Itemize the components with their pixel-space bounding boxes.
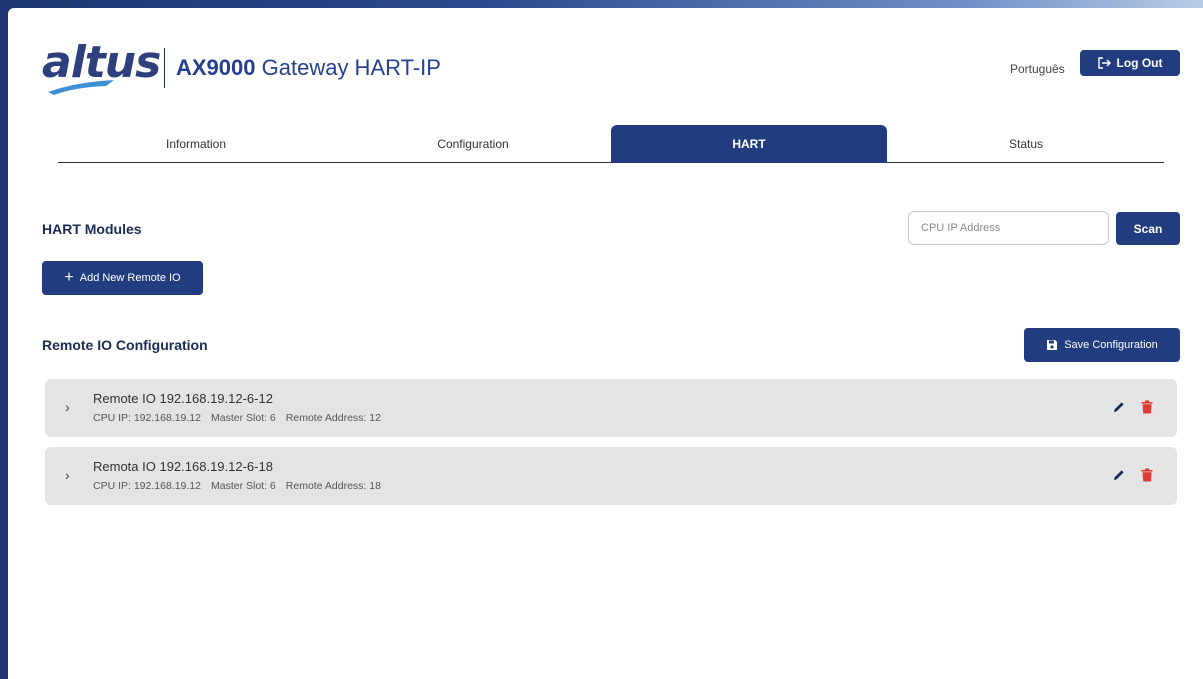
cpu-ip-text: CPU IP: 192.168.19.12 — [93, 412, 201, 424]
chevron-right-icon[interactable]: › — [65, 467, 70, 483]
remote-io-title: Remote IO 192.168.19.12-6-12 — [93, 391, 273, 406]
cpu-ip-text: CPU IP: 192.168.19.12 — [93, 480, 201, 492]
tab-information[interactable]: Information — [58, 125, 334, 163]
save-configuration-label: Save Configuration — [1064, 339, 1158, 351]
header-divider — [164, 48, 165, 88]
logout-icon — [1097, 57, 1111, 69]
altus-logo: altus — [42, 40, 164, 98]
logo-swoosh-icon — [48, 80, 114, 95]
scan-button[interactable]: Scan — [1116, 212, 1180, 245]
cpu-ip-input[interactable] — [908, 211, 1109, 245]
remote-io-title: Remota IO 192.168.19.12-6-18 — [93, 459, 273, 474]
remote-address-text: Remote Address: 12 — [285, 412, 381, 424]
remote-io-card[interactable]: › Remote IO 192.168.19.12-6-12 CPU IP: 1… — [45, 379, 1177, 437]
save-icon — [1047, 340, 1058, 350]
page-title: AX9000 Gateway HART-IP — [176, 54, 441, 82]
remote-io-card[interactable]: › Remota IO 192.168.19.12-6-18 CPU IP: 1… — [45, 447, 1177, 505]
logout-label: Log Out — [1116, 56, 1163, 70]
chevron-right-icon[interactable]: › — [65, 399, 70, 415]
remote-io-config-heading: Remote IO Configuration — [42, 337, 208, 353]
remote-io-details: CPU IP: 192.168.19.12 Master Slot: 6 Remot… — [93, 412, 391, 424]
language-selector[interactable]: Português — [1010, 62, 1065, 76]
product-name: AX9000 — [176, 55, 256, 80]
master-slot-text: Master Slot: 6 — [211, 480, 276, 492]
main-tabs: Information Configuration HART Status — [58, 125, 1164, 163]
delete-icon[interactable] — [1141, 468, 1153, 482]
app-frame: altus AX9000 Gateway HART-IP Português L… — [8, 8, 1203, 679]
tab-configuration[interactable]: Configuration — [335, 125, 611, 163]
tab-hart[interactable]: HART — [611, 125, 887, 163]
add-remote-io-button[interactable]: + Add New Remote IO — [42, 261, 203, 295]
add-remote-io-label: Add New Remote IO — [79, 272, 181, 284]
edit-icon[interactable] — [1112, 468, 1126, 482]
plus-icon: + — [64, 269, 74, 286]
delete-icon[interactable] — [1141, 400, 1153, 414]
remote-address-text: Remote Address: 18 — [285, 480, 381, 492]
tab-status[interactable]: Status — [888, 125, 1164, 163]
master-slot-text: Master Slot: 6 — [211, 412, 276, 424]
hart-modules-heading: HART Modules — [42, 221, 142, 237]
remote-io-details: CPU IP: 192.168.19.12 Master Slot: 6 Remot… — [93, 480, 391, 492]
edit-icon[interactable] — [1112, 400, 1126, 414]
save-configuration-button[interactable]: Save Configuration — [1024, 328, 1180, 362]
product-subtitle: Gateway HART-IP — [255, 55, 441, 80]
logout-button[interactable]: Log Out — [1080, 50, 1180, 76]
window-edge — [0, 8, 8, 679]
